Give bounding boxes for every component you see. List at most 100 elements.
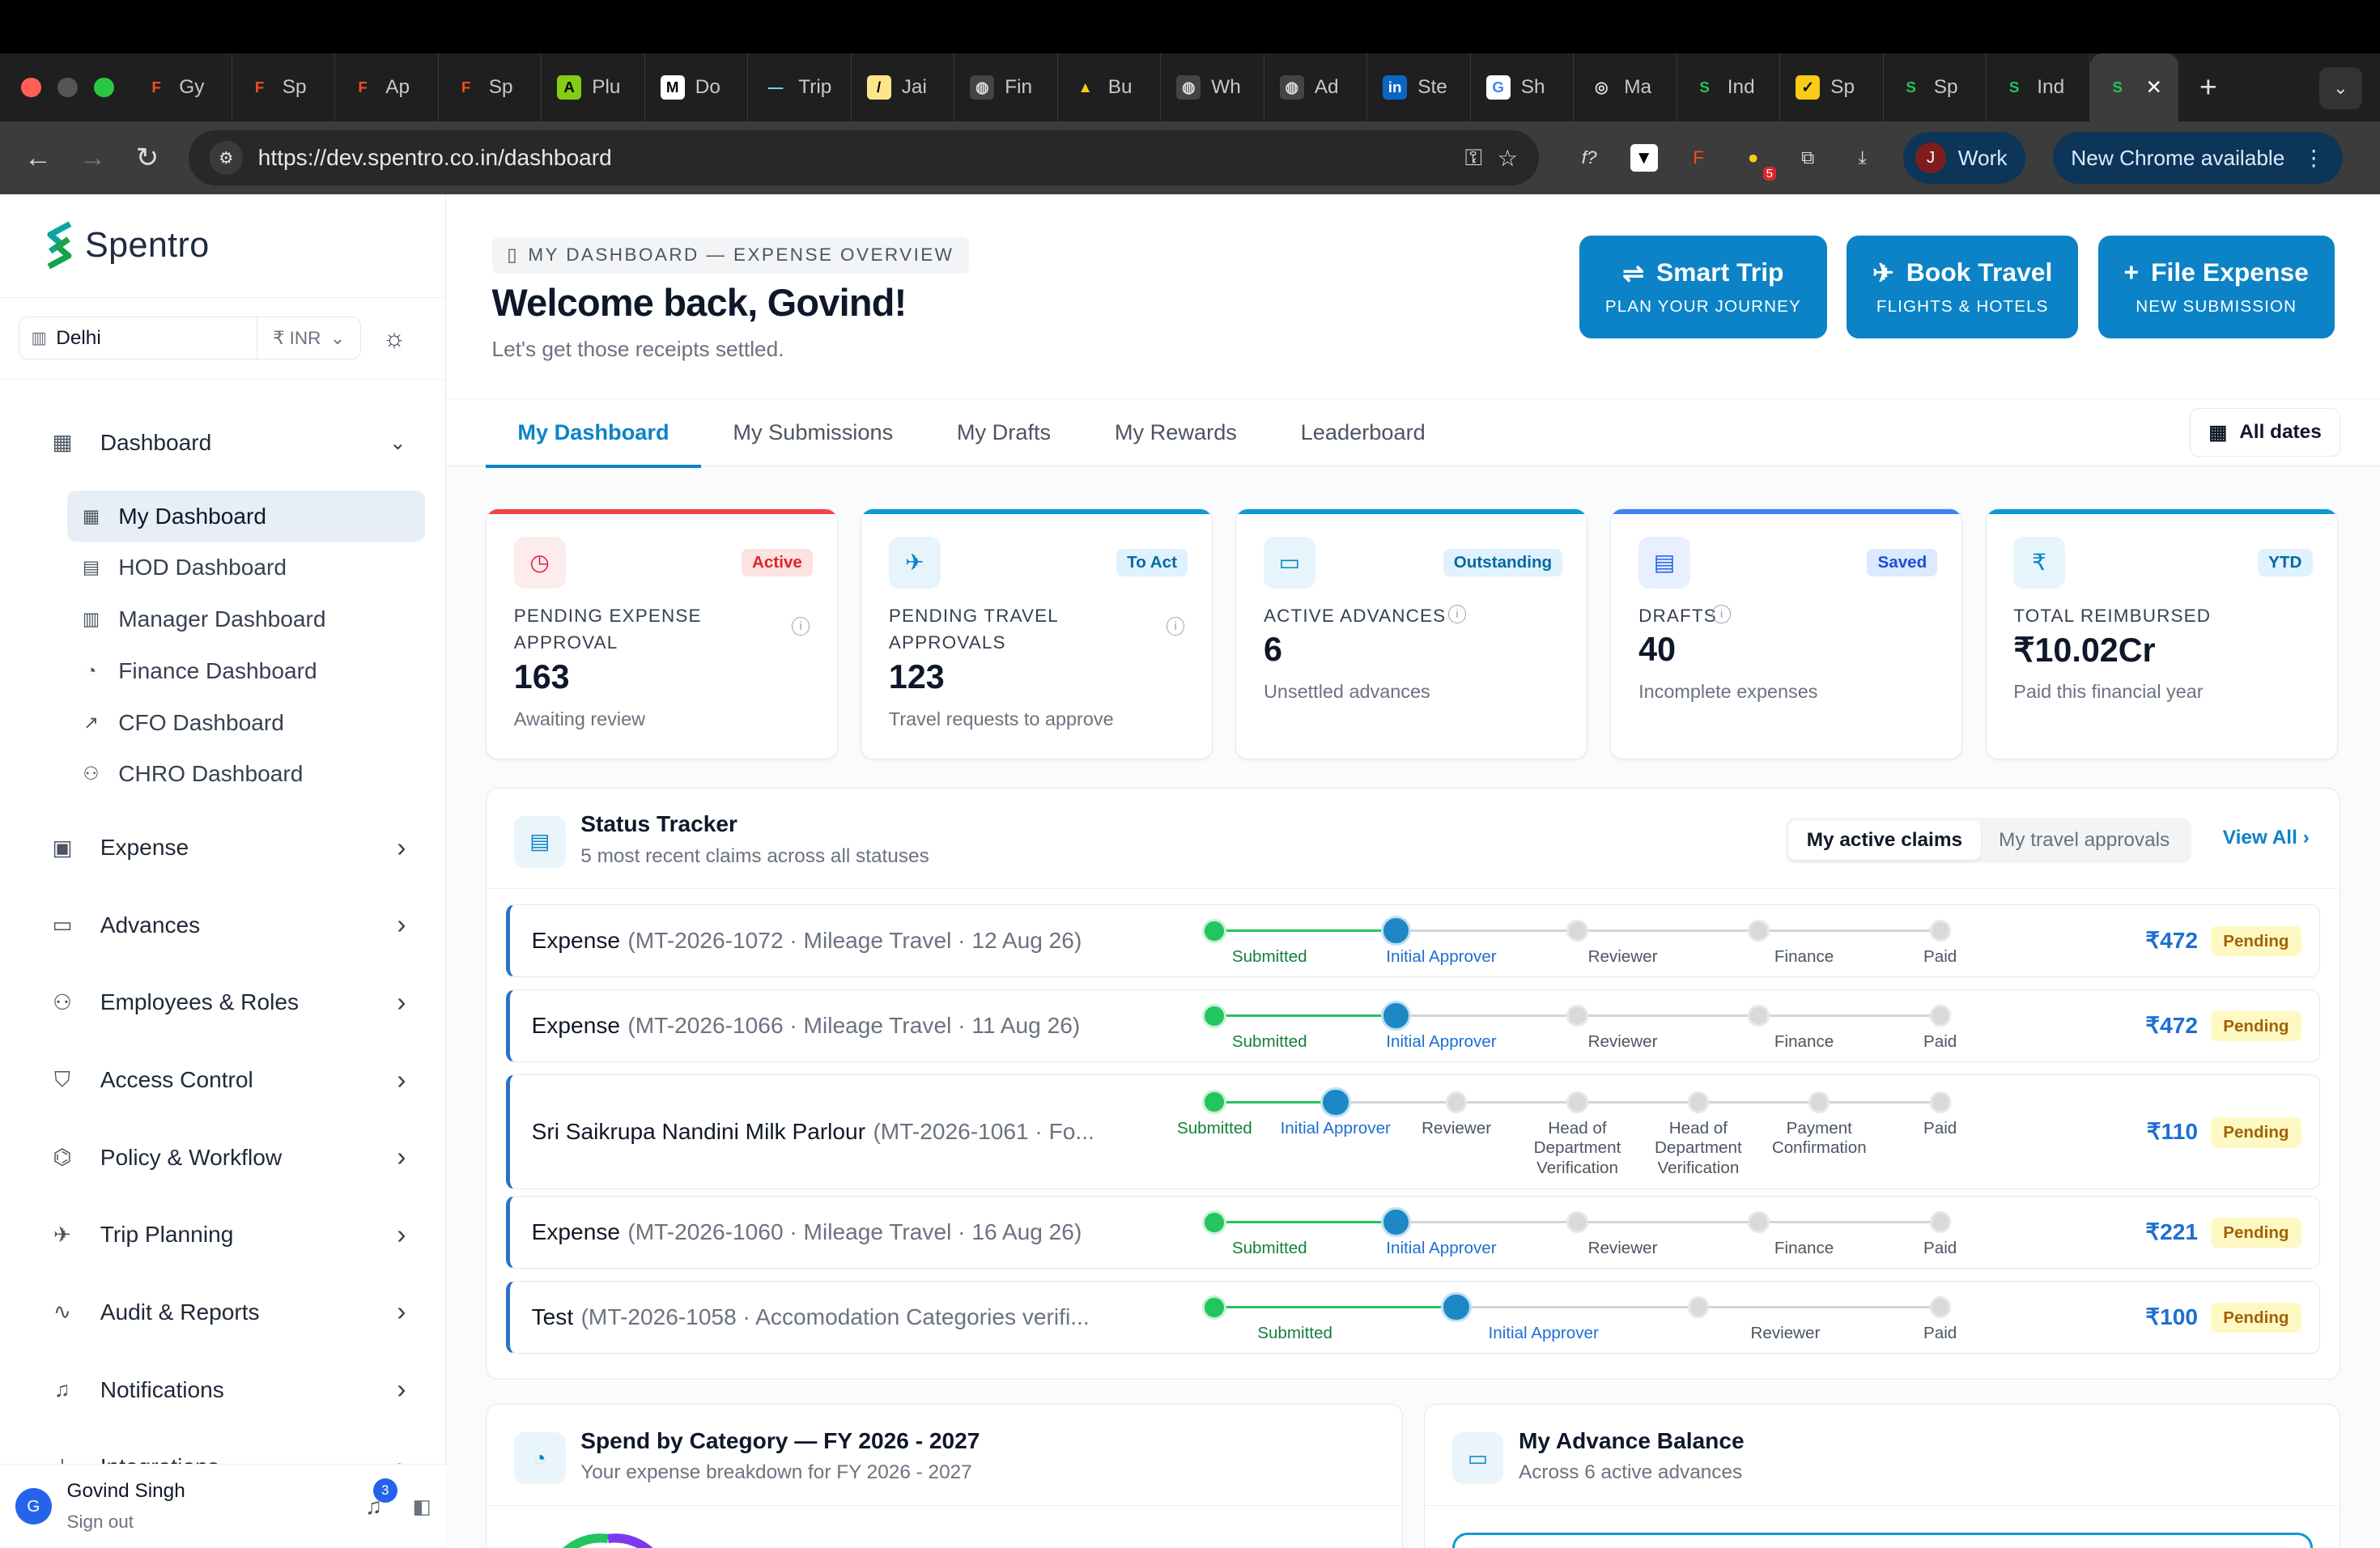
- download-icon[interactable]: ⤓: [1849, 144, 1876, 172]
- table-row[interactable]: Test (MT-2026-1058 · Accomodation Categor…: [506, 1280, 2320, 1354]
- browser-tab[interactable]: ◎ Ma: [1574, 53, 1677, 121]
- kpi-card[interactable]: ▤ Saved DRAFTS i 40 Incomplete expenses: [1610, 508, 1963, 759]
- address-bar[interactable]: ⚙ https://dev.spentro.co.in/dashboard ⚿ …: [188, 130, 1540, 185]
- sidebar-item-cfo-dashboard[interactable]: ↗ CFO Dashboard: [67, 697, 426, 749]
- password-key-icon[interactable]: ⚿: [1465, 145, 1482, 172]
- close-tab-icon[interactable]: ✕: [2145, 75, 2161, 100]
- minimize-window-button[interactable]: [57, 77, 78, 97]
- kebab-menu-icon[interactable]: ⋮: [2303, 146, 2324, 171]
- sidebar-item-label: Manager Dashboard: [118, 606, 326, 632]
- browser-tab[interactable]: — Trip: [748, 53, 852, 121]
- trip-planning-icon: ✈: [53, 1222, 71, 1247]
- browser-tab[interactable]: ◍ Fin: [954, 53, 1058, 121]
- browser-tab[interactable]: S Ind: [1987, 53, 2090, 121]
- view-all-link[interactable]: View All ›: [2223, 827, 2310, 849]
- sidebar-item-finance-dashboard[interactable]: ◔ Finance Dashboard: [67, 645, 426, 697]
- tab-search-button[interactable]: ⌄: [2319, 66, 2362, 109]
- chrome-update-button[interactable]: New Chrome available ⋮: [2052, 132, 2343, 184]
- new-tab-button[interactable]: +: [2199, 70, 2217, 104]
- sidebar-item-notifications[interactable]: ♫ Notifications ›: [0, 1351, 445, 1429]
- figma-extension-icon[interactable]: F: [1685, 144, 1712, 172]
- browser-tab[interactable]: F Gy: [129, 53, 232, 121]
- sidebar-item-dashboard[interactable]: ▦ Dashboard ⌄: [0, 404, 445, 482]
- pipeline-connector: [1204, 929, 1386, 933]
- theme-toggle-sun-icon[interactable]: ☼: [383, 323, 406, 353]
- tab-my-dashboard[interactable]: My Dashboard: [486, 399, 701, 468]
- framer-extension-icon[interactable]: ▼: [1630, 144, 1658, 172]
- browser-tab[interactable]: G Sh: [1471, 53, 1575, 121]
- info-icon[interactable]: i: [1712, 605, 1731, 623]
- kpi-card[interactable]: ◷ Active PENDING EXPENSE APPROVAL i 163 Await…: [486, 508, 838, 759]
- tab-my-drafts[interactable]: My Drafts: [925, 399, 1083, 466]
- kpi-card[interactable]: ▭ Outstanding ACTIVE ADVANCES i 6 Unsettled a…: [1235, 508, 1588, 759]
- table-row[interactable]: Expense (MT-2026-1066 · Mileage Travel · …: [506, 989, 2320, 1062]
- info-icon[interactable]: i: [1447, 605, 1467, 623]
- avatar[interactable]: G: [15, 1488, 52, 1525]
- browser-tab[interactable]: F Sp: [232, 53, 336, 121]
- action-file-expense-button[interactable]: + File Expense NEW SUBMISSION: [2097, 235, 2335, 339]
- sidebar-item-audit-reports[interactable]: ∿ Audit & Reports ›: [0, 1274, 445, 1351]
- formula-extension-icon[interactable]: f?: [1575, 144, 1603, 172]
- notification-bell-icon[interactable]: ♫ 3: [365, 1478, 397, 1520]
- forward-icon[interactable]: →: [70, 142, 115, 174]
- action-book-travel-button[interactable]: ✈ Book Travel FLIGHTS & HOTELS: [1847, 235, 2079, 339]
- sidebar-item-access-control[interactable]: ⛉ Access Control ›: [0, 1041, 445, 1119]
- sidebar-item-employees-roles[interactable]: ⚇ Employees & Roles ›: [0, 964, 445, 1042]
- sidebar-item-chro-dashboard[interactable]: ⚇ CHRO Dashboard: [67, 748, 426, 800]
- colorzilla-extension-icon[interactable]: ● 5: [1740, 144, 1776, 181]
- sidebar-item-my-dashboard[interactable]: ▦ My Dashboard: [66, 490, 425, 542]
- browser-tab[interactable]: in Ste: [1367, 53, 1471, 121]
- location-selector[interactable]: ▥ Delhi ₹ INR ⌄: [18, 317, 362, 359]
- approval-pipeline: Submitted Initial Approver Reviewer Paid: [1193, 1282, 1957, 1353]
- browser-tab[interactable]: F Sp: [439, 53, 542, 121]
- brand[interactable]: Spentro: [0, 194, 446, 298]
- tab-title: Sp: [488, 75, 513, 98]
- reload-icon[interactable]: ↻: [125, 142, 170, 174]
- browser-tab[interactable]: / Jai: [852, 53, 955, 121]
- tab-my-rewards[interactable]: My Rewards: [1083, 399, 1269, 466]
- table-row[interactable]: Expense (MT-2026-1060 · Mileage Travel · …: [506, 1195, 2320, 1269]
- tab-active[interactable]: S ✕: [2089, 53, 2178, 121]
- collapse-sidebar-icon[interactable]: ◧: [412, 1495, 431, 1519]
- kpi-card[interactable]: ✈ To Act PENDING TRAVEL APPROVALS i 123 Trave…: [861, 508, 1213, 759]
- sidebar-item-advances[interactable]: ▭ Advances ›: [0, 887, 445, 964]
- sidebar-item-policy-workflow[interactable]: ⌬ Policy & Workflow ›: [0, 1119, 445, 1197]
- sidebar-item-hod-dashboard[interactable]: ▤ HOD Dashboard: [67, 542, 426, 593]
- browser-tab[interactable]: ◍ Wh: [1161, 53, 1264, 121]
- bookmark-star-icon[interactable]: ☆: [1498, 145, 1518, 172]
- browser-tab[interactable]: A Plu: [542, 53, 645, 121]
- url-text[interactable]: https://dev.spentro.co.in/dashboard: [258, 145, 1450, 171]
- table-row[interactable]: Expense (MT-2026-1072 · Mileage Travel · …: [506, 904, 2320, 977]
- tab-leaderboard[interactable]: Leaderboard: [1269, 399, 1457, 466]
- site-info-icon[interactable]: ⚙: [209, 141, 243, 175]
- info-icon[interactable]: i: [1166, 617, 1185, 636]
- browser-tab[interactable]: ◍ Ad: [1264, 53, 1368, 121]
- browser-tab[interactable]: S Sp: [1884, 53, 1987, 121]
- sign-out-link[interactable]: Sign out: [67, 1512, 351, 1533]
- close-window-button[interactable]: [21, 77, 41, 97]
- browser-tab[interactable]: F Ap: [335, 53, 439, 121]
- tab-my-submissions[interactable]: My Submissions: [701, 399, 925, 466]
- action-smart-trip-button[interactable]: ⇌ Smart Trip PLAN YOUR JOURNEY: [1579, 235, 1827, 339]
- profile-button[interactable]: J Work: [1903, 132, 2026, 184]
- kpi-card[interactable]: ₹ YTD TOTAL REIMBURSED ₹10.02Cr Paid this fi…: [1985, 508, 2338, 759]
- browser-tab[interactable]: M Do: [645, 53, 749, 121]
- info-icon[interactable]: i: [791, 617, 810, 636]
- sidebar-item-manager-dashboard[interactable]: ▥ Manager Dashboard: [67, 593, 426, 645]
- sidebar-item-trip-planning[interactable]: ✈ Trip Planning ›: [0, 1197, 445, 1274]
- table-row[interactable]: Sri Saikrupa Nandini Milk Parlour (MT-202…: [506, 1074, 2320, 1190]
- claim-meta: (MT-2026-1060 · Mileage Travel · 16 Aug …: [627, 1218, 1082, 1244]
- toggle-my-travel-approvals[interactable]: My travel approvals: [1981, 821, 2188, 861]
- browser-tab[interactable]: ✓ Sp: [1780, 53, 1884, 121]
- approval-pipeline: Submitted Initial Approver Reviewer Head of…: [1177, 1075, 1957, 1189]
- browser-tab[interactable]: S Ind: [1677, 53, 1781, 121]
- currency-selector[interactable]: ₹ INR ⌄: [257, 317, 360, 359]
- date-filter-button[interactable]: ▦ All dates: [2189, 408, 2341, 457]
- zoom-window-button[interactable]: [94, 77, 114, 97]
- toggle-my-active-claims[interactable]: My active claims: [1788, 820, 1981, 861]
- puzzle-extensions-icon[interactable]: ⧉: [1794, 144, 1821, 172]
- sidebar-item-expense[interactable]: ▣ Expense ›: [0, 809, 445, 887]
- back-icon[interactable]: ←: [15, 142, 61, 174]
- pipeline-step-dot: [1446, 1091, 1468, 1113]
- browser-tab[interactable]: ▲ Bu: [1058, 53, 1162, 121]
